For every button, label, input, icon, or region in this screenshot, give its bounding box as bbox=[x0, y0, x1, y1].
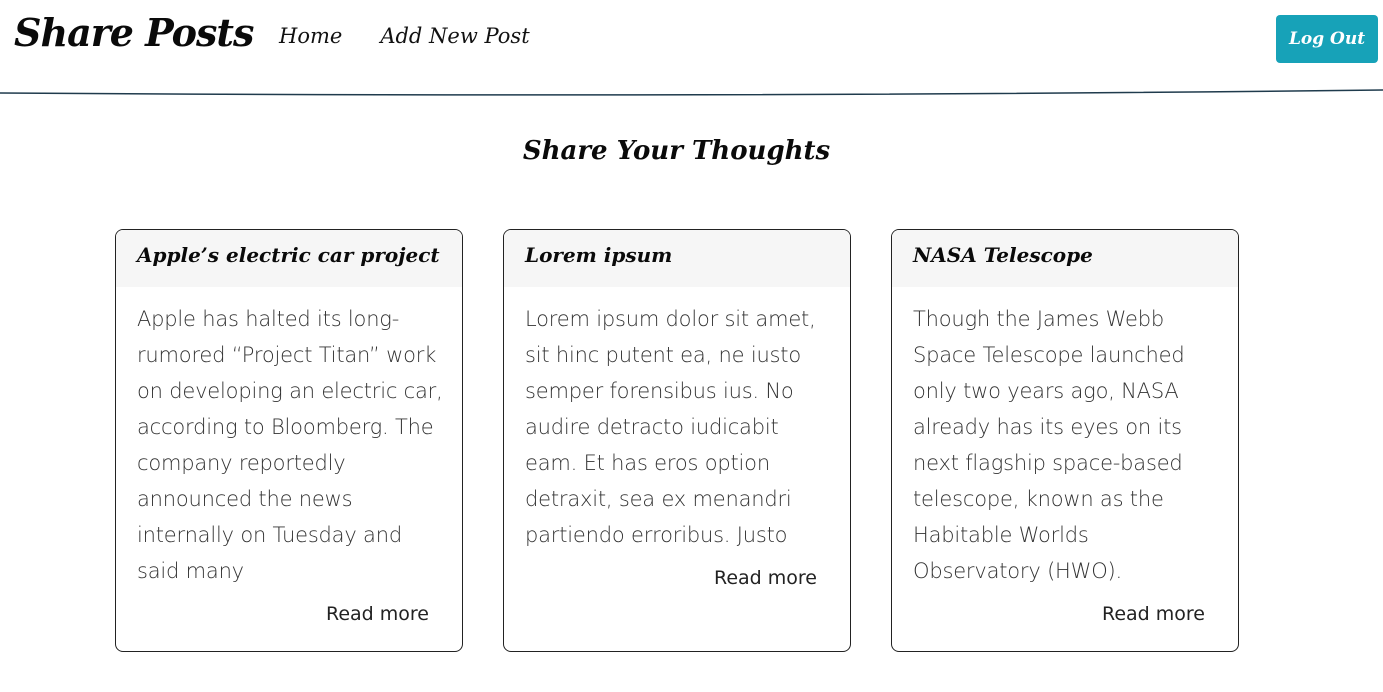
nav-links: Home Add New Post bbox=[279, 24, 530, 48]
navbar: Share Posts Home Add New Post Log Out bbox=[0, 0, 1383, 96]
post-card: Apple’s electric car project Apple has h… bbox=[115, 229, 463, 652]
nav-link-add-new-post[interactable]: Add New Post bbox=[380, 24, 529, 48]
post-card-title: NASA Telescope bbox=[892, 230, 1238, 287]
read-more-link[interactable]: Read more bbox=[504, 553, 850, 589]
logout-button[interactable]: Log Out bbox=[1276, 15, 1378, 63]
post-card: Lorem ipsum Lorem ipsum dolor sit amet, … bbox=[503, 229, 851, 652]
read-more-link[interactable]: Read more bbox=[116, 589, 462, 625]
read-more-link[interactable]: Read more bbox=[892, 589, 1238, 625]
post-card-title: Lorem ipsum bbox=[504, 230, 850, 287]
post-card-excerpt: Lorem ipsum dolor sit amet, sit hinc put… bbox=[525, 307, 816, 547]
post-card: NASA Telescope Though the James Webb Spa… bbox=[891, 229, 1239, 652]
nav-link-home[interactable]: Home bbox=[279, 24, 342, 48]
posts-grid: Apple’s electric car project Apple has h… bbox=[115, 229, 1239, 652]
post-card-excerpt: Though the James Webb Space Telescope la… bbox=[913, 307, 1185, 583]
post-card-excerpt: Apple has halted its long-rumored “Proje… bbox=[137, 307, 443, 583]
brand-logo[interactable]: Share Posts bbox=[14, 10, 254, 55]
post-card-title: Apple’s electric car project bbox=[116, 230, 462, 287]
page-title: Share Your Thoughts bbox=[522, 136, 831, 166]
